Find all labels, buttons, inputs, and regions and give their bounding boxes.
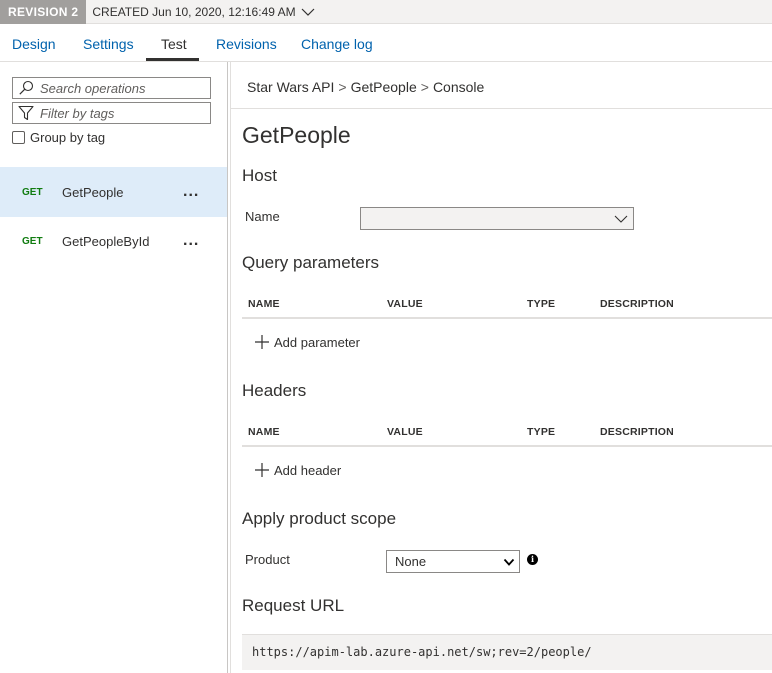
tab-test[interactable]: Test <box>161 36 187 52</box>
tab-bar: Design Settings Test Revisions Change lo… <box>0 24 772 62</box>
headers-col-type: TYPE <box>527 426 556 438</box>
filter-tags-box <box>12 102 211 124</box>
add-header-button[interactable]: Add header <box>254 462 341 478</box>
breadcrumb-item-operation[interactable]: GetPeople <box>351 79 417 95</box>
search-operations-box <box>12 77 211 99</box>
plus-icon <box>254 462 270 478</box>
breadcrumb-separator: > <box>420 79 429 95</box>
http-method-badge: GET <box>22 186 43 198</box>
query-col-type: TYPE <box>527 298 556 310</box>
tab-settings[interactable]: Settings <box>83 36 134 52</box>
product-select[interactable]: None <box>386 550 520 573</box>
group-by-tag-checkbox[interactable] <box>12 131 25 144</box>
headers-heading: Headers <box>242 381 307 400</box>
request-url-heading: Request URL <box>242 596 345 615</box>
more-options-icon[interactable]: ... <box>183 232 199 250</box>
apply-product-scope-heading: Apply product scope <box>242 509 397 528</box>
chevron-down-icon <box>614 212 628 226</box>
operation-item-getpeoplebyid[interactable]: GET GetPeopleById ... <box>0 216 227 266</box>
headers-col-description: DESCRIPTION <box>600 426 674 438</box>
chevron-down-icon[interactable] <box>300 4 316 20</box>
host-heading: Host <box>242 166 277 185</box>
product-label: Product <box>245 552 290 567</box>
sidebar-splitter[interactable] <box>230 62 231 673</box>
chevron-down-icon <box>503 556 515 568</box>
headers-table-header-divider <box>242 445 772 447</box>
group-by-tag-label: Group by tag <box>30 130 106 145</box>
sidebar-divider <box>227 62 228 673</box>
query-col-name: NAME <box>248 298 280 310</box>
query-table-header-divider <box>242 317 772 319</box>
filter-tags-input[interactable] <box>40 105 210 121</box>
filter-icon <box>18 105 34 121</box>
query-parameters-heading: Query parameters <box>242 253 379 272</box>
operation-name: GetPeopleById <box>62 233 150 249</box>
plus-icon <box>254 334 270 350</box>
add-header-label: Add header <box>274 462 342 478</box>
breadcrumb-item-console: Console <box>432 79 485 95</box>
breadcrumb-divider <box>231 108 772 109</box>
revision-badge: REVISION 2 <box>0 0 87 24</box>
revision-created-text: CREATED Jun 10, 2020, 12:16:49 AM <box>92 4 296 19</box>
breadcrumb: Star Wars API > GetPeople > Console <box>247 79 484 95</box>
breadcrumb-item-api[interactable]: Star Wars API <box>247 79 334 95</box>
request-url-value: https://apim-lab.azure-api.net/sw;rev=2/… <box>252 645 592 659</box>
group-by-tag: Group by tag <box>12 130 105 145</box>
headers-col-value: VALUE <box>387 426 423 438</box>
search-operations-input[interactable] <box>40 80 210 96</box>
search-icon <box>18 80 34 96</box>
tab-revisions[interactable]: Revisions <box>216 36 277 52</box>
operations-sidebar <box>0 62 227 673</box>
add-parameter-button[interactable]: Add parameter <box>254 334 360 350</box>
active-tab-indicator <box>146 58 199 61</box>
operation-name: GetPeople <box>62 184 124 200</box>
http-method-badge: GET <box>22 235 43 247</box>
tab-change-log[interactable]: Change log <box>301 36 373 52</box>
query-col-value: VALUE <box>387 298 423 310</box>
operation-item-getpeople[interactable]: GET GetPeople ... <box>0 167 227 217</box>
query-col-description: DESCRIPTION <box>600 298 674 310</box>
breadcrumb-separator: > <box>338 79 347 95</box>
add-parameter-label: Add parameter <box>274 334 360 350</box>
revision-bar: REVISION 2 CREATED Jun 10, 2020, 12:16:4… <box>0 0 772 24</box>
page-title: GetPeople <box>242 122 351 148</box>
more-options-icon[interactable]: ... <box>183 183 199 201</box>
headers-col-name: NAME <box>248 426 280 438</box>
host-name-label: Name <box>245 209 280 224</box>
tab-design[interactable]: Design <box>12 36 56 52</box>
info-icon[interactable]: i <box>527 554 538 565</box>
request-url-box: https://apim-lab.azure-api.net/sw;rev=2/… <box>242 634 772 670</box>
host-name-select[interactable] <box>360 207 634 230</box>
product-select-value: None <box>395 554 427 569</box>
